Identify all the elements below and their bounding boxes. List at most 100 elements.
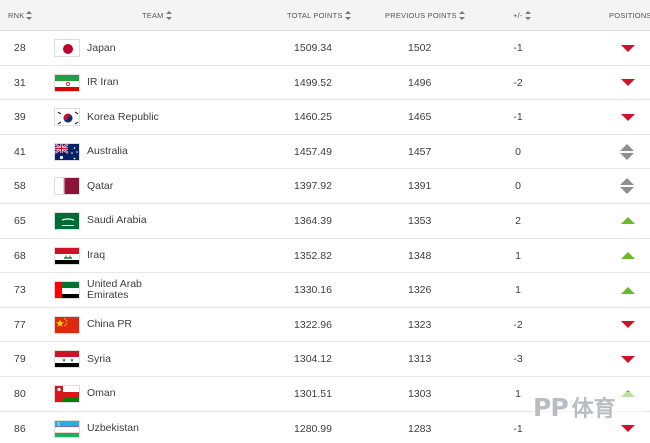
table-row[interactable]: 39 Korea Republic 1460.25 1465 -1 — [0, 100, 650, 135]
team-cell[interactable]: Australia — [87, 135, 167, 169]
flag-cell — [54, 135, 80, 169]
previous-points-value: 1323 — [408, 318, 432, 331]
position-cell — [620, 100, 635, 134]
diff-value: 1 — [515, 387, 521, 400]
table-row[interactable]: 58 Qatar 1397.92 1391 0 — [0, 169, 650, 204]
previous-points-value: 1348 — [408, 249, 432, 262]
diff-cell: 0 — [510, 169, 526, 203]
team-name[interactable]: IR Iran — [87, 77, 167, 88]
rank-column-header[interactable]: RNK — [8, 0, 33, 31]
team-cell[interactable]: Uzbekistan — [87, 412, 167, 443]
team-cell[interactable]: Iraq — [87, 239, 167, 273]
rank-value: 77 — [14, 318, 26, 331]
total-points-cell: 1397.92 — [294, 169, 332, 203]
flag-cell — [54, 169, 80, 203]
rank-cell: 58 — [14, 169, 26, 203]
positions-column-header: POSITIONS — [609, 0, 650, 31]
total-points-cell: 1460.25 — [294, 100, 332, 134]
team-name[interactable]: United Arab Emirates — [87, 279, 167, 301]
rank-value: 58 — [14, 180, 26, 193]
team-cell[interactable]: United Arab Emirates — [87, 273, 167, 307]
total-points-value: 1352.82 — [294, 249, 332, 262]
team-cell[interactable]: Korea Republic — [87, 100, 167, 134]
qatar-flag — [54, 177, 80, 196]
rank-cell: 28 — [14, 31, 26, 65]
team-cell[interactable]: Syria — [87, 342, 167, 376]
sort-icon — [165, 10, 172, 20]
position-cell — [620, 169, 635, 203]
table-row[interactable]: 77 China PR 1322.96 1323 -2 — [0, 308, 650, 343]
diff-cell: 2 — [510, 204, 526, 238]
table-row[interactable]: 79 Syria 1304.12 1313 -3 — [0, 342, 650, 377]
watermark: PP 体育 — [533, 392, 645, 422]
team-name[interactable]: China PR — [87, 319, 167, 330]
previous-points-cell: 1323 — [408, 308, 431, 342]
china-flag — [54, 315, 80, 334]
diff-cell: -2 — [510, 308, 526, 342]
flag-cell — [54, 66, 80, 100]
team-name[interactable]: Australia — [87, 146, 167, 157]
up-arrow-icon — [620, 252, 635, 260]
total-points-cell: 1322.96 — [294, 308, 332, 342]
team-cell[interactable]: Qatar — [87, 169, 167, 203]
table-row[interactable]: 73 United Arab Emirates 1330.16 1326 1 — [0, 273, 650, 308]
table-row[interactable]: 68 Iraq 1352.82 1348 1 — [0, 239, 650, 274]
previous-points-cell: 1457 — [408, 135, 431, 169]
table-row[interactable]: 41 Australia 1457.49 1457 0 — [0, 135, 650, 170]
rank-header-label: RNK — [8, 11, 25, 20]
previous-points-value: 1283 — [408, 422, 432, 435]
rank-value: 41 — [14, 145, 26, 158]
team-cell[interactable]: Japan — [87, 31, 167, 65]
rank-cell: 68 — [14, 239, 26, 273]
flag-cell — [54, 273, 80, 307]
team-name[interactable]: Syria — [87, 353, 167, 365]
previous-points-value: 1326 — [408, 284, 432, 297]
team-cell[interactable]: China PR — [87, 308, 167, 342]
total-points-cell: 1364.39 — [294, 204, 332, 238]
watermark-logo: PP — [533, 392, 569, 422]
diff-header-label: +/- — [513, 11, 523, 20]
rank-cell: 41 — [14, 135, 26, 169]
table-row[interactable]: 28 Japan 1509.34 1502 -1 — [0, 31, 650, 66]
total-points-header-label: TOTAL POINTS — [287, 11, 343, 20]
team-name[interactable]: Qatar — [87, 180, 167, 192]
previous-points-cell: 1353 — [408, 204, 431, 238]
positions-header-label: POSITIONS — [609, 11, 650, 20]
team-name[interactable]: Uzbekistan — [87, 423, 167, 434]
flag-cell — [54, 100, 80, 134]
team-name[interactable]: Oman — [87, 388, 167, 399]
saudi-arabia-flag — [54, 211, 80, 230]
down-arrow-icon — [620, 113, 635, 121]
diff-cell: 1 — [510, 239, 526, 273]
diff-column-header[interactable]: +/- — [513, 0, 531, 31]
team-cell[interactable]: Saudi Arabia — [87, 204, 167, 238]
iraq-flag — [54, 246, 80, 265]
table-row[interactable]: 31 IR Iran 1499.52 1496 -2 — [0, 66, 650, 101]
team-name[interactable]: Korea Republic — [87, 111, 167, 123]
rank-cell: 31 — [14, 66, 26, 100]
rank-cell: 65 — [14, 204, 26, 238]
total-points-column-header[interactable]: TOTAL POINTS — [287, 0, 351, 31]
rank-value: 80 — [14, 387, 26, 400]
total-points-cell: 1457.49 — [294, 135, 332, 169]
diff-cell: -1 — [510, 100, 526, 134]
team-cell[interactable]: IR Iran — [87, 66, 167, 100]
up-arrow-icon — [620, 217, 635, 225]
down-arrow-icon — [620, 355, 635, 363]
previous-points-value: 1457 — [408, 145, 432, 158]
sort-icon — [26, 10, 33, 20]
team-name[interactable]: Saudi Arabia — [87, 215, 167, 226]
team-name[interactable]: Japan — [87, 42, 167, 54]
team-column-header[interactable]: TEAM — [142, 0, 172, 31]
total-points-value: 1460.25 — [294, 111, 332, 124]
diff-cell: -1 — [510, 31, 526, 65]
position-cell — [620, 66, 635, 100]
total-points-value: 1457.49 — [294, 145, 332, 158]
team-cell[interactable]: Oman — [87, 377, 167, 411]
rank-cell: 73 — [14, 273, 26, 307]
team-name[interactable]: Iraq — [87, 250, 167, 261]
table-row[interactable]: 65 Saudi Arabia 1364.39 1353 2 — [0, 204, 650, 239]
diff-value: 0 — [515, 145, 521, 158]
diff-value: -2 — [513, 318, 523, 331]
previous-points-column-header[interactable]: PREVIOUS POINTS — [385, 0, 465, 31]
